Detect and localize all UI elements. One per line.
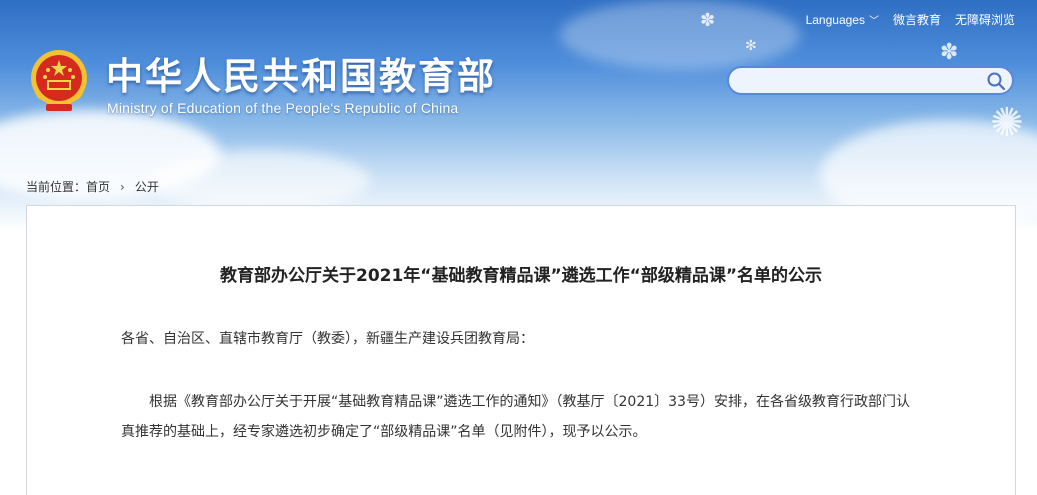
search-icon[interactable] [986, 71, 1006, 91]
search-box[interactable] [727, 66, 1014, 95]
article-body-paragraph: 根据《教育部办公厅关于开展“基础教育精品课”遴选工作的通知》（教基厅〔2021〕… [121, 394, 910, 440]
article-panel: 教育部办公厅关于2021年“基础教育精品课”遴选工作“部级精品课”名单的公示 各… [26, 205, 1016, 495]
weiyan-link[interactable]: 微言教育 [893, 11, 941, 28]
search-input[interactable] [741, 71, 985, 93]
accessibility-link[interactable]: 无障碍浏览 [955, 11, 1015, 28]
article-salutation: 各省、自治区、直辖市教育厅（教委），新疆生产建设兵团教育局： [121, 331, 534, 347]
cloud-decoration [150, 150, 370, 210]
dandelion-seed-icon: ✻ [745, 38, 757, 54]
cloud-decoration [560, 0, 800, 70]
breadcrumb-current-link[interactable]: 公开 [135, 178, 159, 195]
article-title: 教育部办公厅关于2021年“基础教育精品课”遴选工作“部级精品课”名单的公示 [219, 266, 822, 286]
dandelion-seed-icon: ✽ [700, 10, 716, 31]
dandelion-icon: ✺ [990, 100, 1024, 146]
national-emblem-icon [31, 50, 87, 111]
breadcrumb: 当前位置： 首页 › 公开 [26, 178, 159, 195]
languages-label: Languages [805, 13, 865, 27]
chevron-right-icon: › [120, 179, 125, 194]
languages-menu[interactable]: Languages ﹀ [806, 12, 879, 27]
site-title-zh[interactable]: 中华人民共和国教育部 [106, 46, 496, 100]
top-links: Languages ﹀ 微言教育 无障碍浏览 [806, 11, 1015, 28]
breadcrumb-home-link[interactable]: 首页 [86, 178, 110, 195]
chevron-down-icon: ﹀ [868, 16, 879, 27]
breadcrumb-prefix: 当前位置： [26, 180, 87, 194]
site-header: ✽ ✻ ✽ ✺ Languages ﹀ 微言教育 无障碍浏览 中华人民共和国教育部… [0, 0, 1037, 230]
dandelion-seed-icon: ✽ [940, 40, 959, 65]
site-title-en: Ministry of Education of the People's Re… [107, 100, 459, 116]
